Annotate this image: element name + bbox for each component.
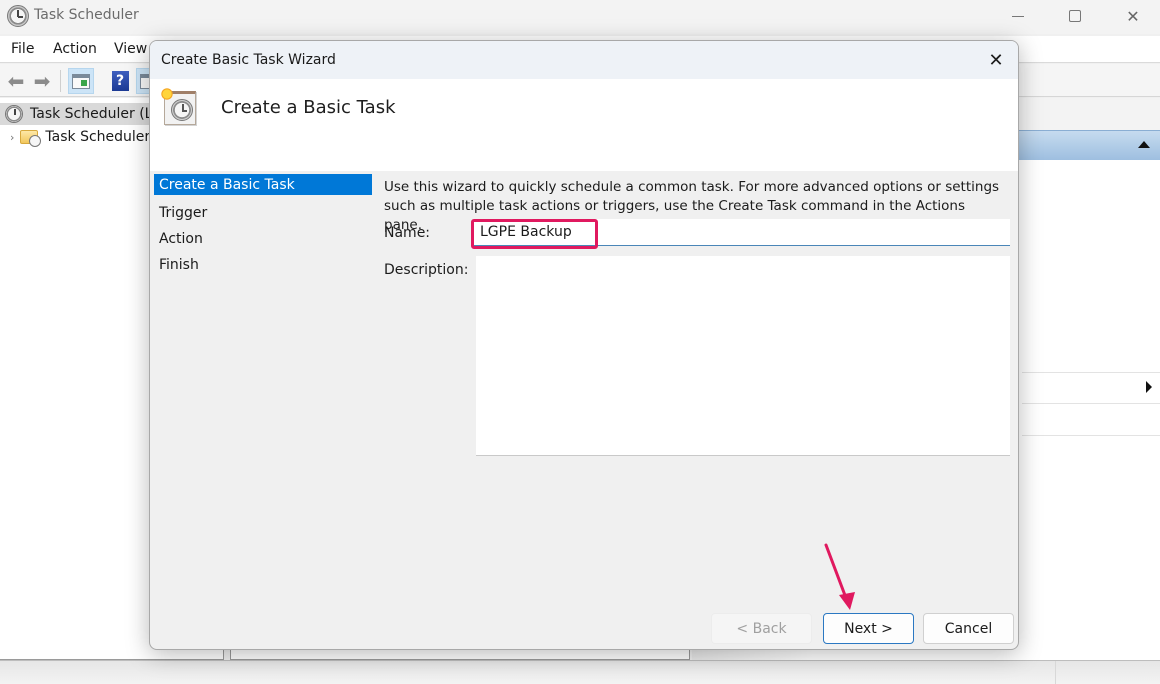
help-button[interactable]: ? bbox=[107, 68, 133, 94]
forward-button[interactable]: ➡ bbox=[29, 68, 55, 94]
help-icon: ? bbox=[111, 71, 129, 91]
wizard-steps: Create a Basic Task Trigger Action Finis… bbox=[154, 174, 372, 278]
show-hide-console-tree-button[interactable] bbox=[68, 68, 94, 94]
collapse-up-icon[interactable] bbox=[1138, 141, 1150, 148]
app-title: Task Scheduler bbox=[34, 7, 139, 23]
step-create-basic-task[interactable]: Create a Basic Task bbox=[154, 174, 372, 195]
description-label: Description: bbox=[384, 262, 469, 278]
back-arrow-icon: ⬅ bbox=[7, 69, 25, 93]
action-divider bbox=[1022, 435, 1160, 436]
menu-action[interactable]: Action bbox=[53, 41, 97, 57]
back-button[interactable]: < Back bbox=[711, 613, 812, 644]
scheduled-task-icon bbox=[160, 87, 200, 127]
cancel-button[interactable]: Cancel bbox=[923, 613, 1014, 644]
menu-file[interactable]: File bbox=[11, 41, 34, 57]
chevron-right-icon[interactable]: › bbox=[10, 131, 14, 144]
show-hide-console-tree-icon bbox=[72, 73, 90, 89]
step-trigger[interactable]: Trigger bbox=[154, 200, 372, 226]
maximize-button[interactable] bbox=[1046, 0, 1104, 32]
dialog-titlebar: Create Basic Task Wizard ✕ bbox=[150, 41, 1018, 79]
status-separator bbox=[1055, 661, 1056, 684]
close-window-button[interactable]: ✕ bbox=[1104, 0, 1160, 32]
close-icon: ✕ bbox=[988, 49, 1004, 71]
toolbar-separator bbox=[60, 70, 61, 92]
folder-clock-icon bbox=[20, 130, 42, 147]
next-button[interactable]: Next > bbox=[823, 613, 914, 644]
close-icon: ✕ bbox=[1126, 6, 1140, 26]
wizard-heading: Create a Basic Task bbox=[221, 97, 396, 118]
back-button[interactable]: ⬅ bbox=[3, 68, 29, 94]
dialog-close-button[interactable]: ✕ bbox=[974, 41, 1018, 79]
maximize-icon bbox=[1069, 10, 1081, 22]
name-input[interactable] bbox=[473, 219, 1010, 246]
status-bar bbox=[0, 660, 1160, 684]
submenu-arrow-icon[interactable] bbox=[1146, 381, 1152, 393]
minimize-button[interactable] bbox=[989, 0, 1047, 32]
app-titlebar: Task Scheduler ✕ bbox=[0, 0, 1160, 34]
clock-icon bbox=[5, 105, 23, 123]
clock-icon bbox=[7, 5, 29, 27]
wizard-banner: Create a Basic Task bbox=[150, 79, 1018, 171]
forward-arrow-icon: ➡ bbox=[33, 69, 51, 93]
step-finish[interactable]: Finish bbox=[154, 252, 372, 278]
menu-view[interactable]: View bbox=[114, 41, 147, 57]
name-label: Name: bbox=[384, 225, 431, 241]
create-basic-task-wizard: Create Basic Task Wizard ✕ Create a Basi… bbox=[149, 40, 1019, 650]
dialog-title: Create Basic Task Wizard bbox=[161, 52, 336, 68]
tree-item-label: Task Scheduler bbox=[45, 129, 151, 145]
action-divider bbox=[1022, 372, 1160, 373]
action-divider bbox=[1022, 403, 1160, 404]
step-action[interactable]: Action bbox=[154, 226, 372, 252]
description-input[interactable] bbox=[476, 256, 1010, 456]
minimize-icon bbox=[1012, 15, 1024, 17]
tree-item-label: Task Scheduler (Lo bbox=[30, 106, 161, 122]
